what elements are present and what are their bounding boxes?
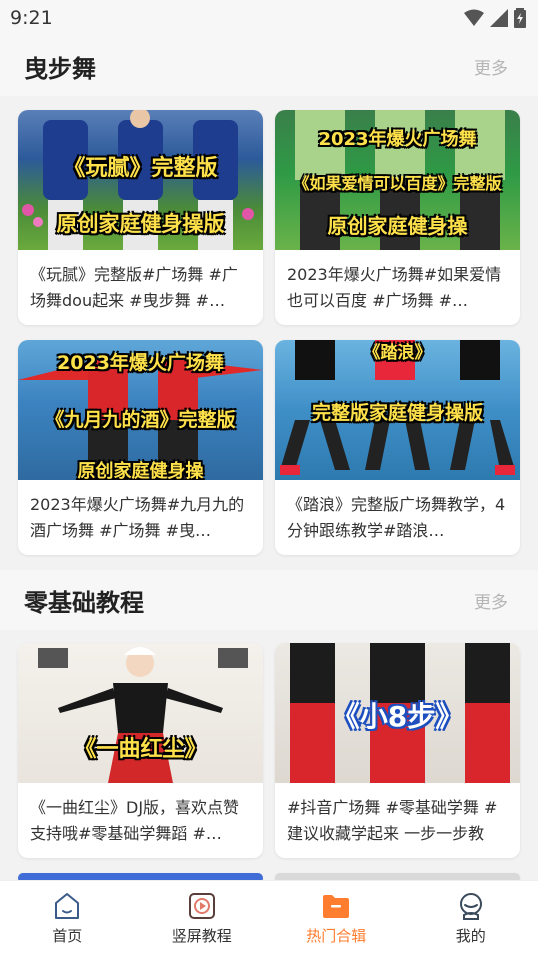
thumbnail-caption: 《一曲红尘》 xyxy=(74,737,207,762)
status-icons xyxy=(464,8,526,28)
section-title: 零基础教程 xyxy=(24,588,144,617)
thumbnail-caption: 完整版家庭健身操版 xyxy=(311,402,483,424)
nav-item-home[interactable]: 首页 xyxy=(0,891,134,946)
video-thumbnail: 《一曲红尘》 xyxy=(18,643,263,783)
nav-label: 我的 xyxy=(455,927,486,945)
more-link[interactable]: 更多 xyxy=(474,54,508,79)
video-thumbnail: 《小8步》 xyxy=(275,643,520,783)
thumbnail-caption: 原创家庭健身操版 xyxy=(56,212,225,236)
video-card[interactable]: 2023年爆火广场舞 《如果爱情可以百度》完整版 原创家庭健身操 2023年爆火… xyxy=(275,110,520,325)
thumbnail-caption: 2023年爆火广场舞 xyxy=(318,129,477,150)
video-card[interactable]: 《小8步》 #抖音广场舞 #零基础学舞 #建议收藏学起来 一步一步教 xyxy=(275,643,520,858)
video-thumbnail: 2023年爆火广场舞 《如果爱情可以百度》完整版 原创家庭健身操 xyxy=(275,110,520,250)
video-description: 《一曲红尘》DJ版，喜欢点赞支持哦#零基础学舞蹈 #… xyxy=(30,798,240,843)
video-card[interactable]: 2023年爆火广场舞 《九月九的酒》完整版 原创家庭健身操 2023年爆火广场舞… xyxy=(18,340,263,555)
folder-icon xyxy=(323,895,350,918)
video-description: 《玩腻》完整版#广场舞 #广场舞dou起来 #曳步舞 #… xyxy=(30,265,238,310)
video-thumbnail: 《玩腻》完整版 原创家庭健身操版 xyxy=(18,110,263,250)
thumbnail-caption: 原创家庭健身操 xyxy=(327,214,468,238)
video-thumbnail: 《踏浪》 完整版家庭健身操版 xyxy=(275,340,520,480)
bottom-navigation: 首页 竖屏教程 热门合辑 我的 xyxy=(0,880,538,956)
section-title: 曳步舞 xyxy=(24,54,96,83)
nav-item-hot-collections[interactable]: 热门合辑 xyxy=(269,891,403,946)
video-card[interactable]: 《一曲红尘》 《一曲红尘》DJ版，喜欢点赞支持哦#零基础学舞蹈 #… xyxy=(18,643,263,858)
nav-item-profile[interactable]: 我的 xyxy=(404,891,538,946)
thumbnail-caption: 2023年爆火广场舞 xyxy=(57,352,224,374)
section-header-beginner-tutorial: 零基础教程 更多 xyxy=(0,570,538,630)
video-thumbnail: 2023年爆火广场舞 《九月九的酒》完整版 原创家庭健身操 xyxy=(18,340,263,480)
nav-label: 首页 xyxy=(52,927,83,945)
status-bar: 9:21 xyxy=(0,0,538,36)
video-description: 2023年爆火广场舞#九月九的酒广场舞 #广场舞 #曳… xyxy=(30,495,245,540)
wifi-icon xyxy=(464,9,484,26)
video-description: 2023年爆火广场舞#如果爱情也可以百度 #广场舞 #… xyxy=(287,265,502,310)
video-description: 《踏浪》完整版广场舞教学，4分钟跟练教学#踏浪… xyxy=(287,495,506,540)
profile-icon xyxy=(459,893,482,920)
home-icon xyxy=(55,893,80,919)
thumbnail-caption: 《小8步》 xyxy=(331,700,464,733)
video-description: #抖音广场舞 #零基础学舞 #建议收藏学起来 一步一步教 xyxy=(287,798,498,843)
video-card[interactable]: 《玩腻》完整版 原创家庭健身操版 《玩腻》完整版#广场舞 #广场舞dou起来 #… xyxy=(18,110,263,325)
status-time: 9:21 xyxy=(10,7,53,29)
thumbnail-caption: 《九月九的酒》完整版 xyxy=(45,409,236,431)
thumbnail-caption: 《踏浪》 xyxy=(363,343,432,363)
battery-icon xyxy=(514,8,526,28)
section-header-shuffle-dance: 曳步舞 更多 xyxy=(0,36,538,96)
nav-label: 竖屏教程 xyxy=(171,927,232,945)
video-card[interactable]: 《踏浪》 完整版家庭健身操版 《踏浪》完整版广场舞教学，4分钟跟练教学#踏浪… xyxy=(275,340,520,555)
thumbnail-caption: 《如果爱情可以百度》完整版 xyxy=(293,174,502,193)
nav-label: 热门合辑 xyxy=(306,927,367,945)
thumbnail-caption: 《玩腻》完整版 xyxy=(63,156,218,181)
nav-item-vertical-tutorial[interactable]: 竖屏教程 xyxy=(135,891,269,946)
thumbnail-caption: 原创家庭健身操 xyxy=(77,461,204,480)
more-link[interactable]: 更多 xyxy=(474,588,508,613)
signal-icon xyxy=(490,9,508,27)
play-icon xyxy=(188,893,215,919)
